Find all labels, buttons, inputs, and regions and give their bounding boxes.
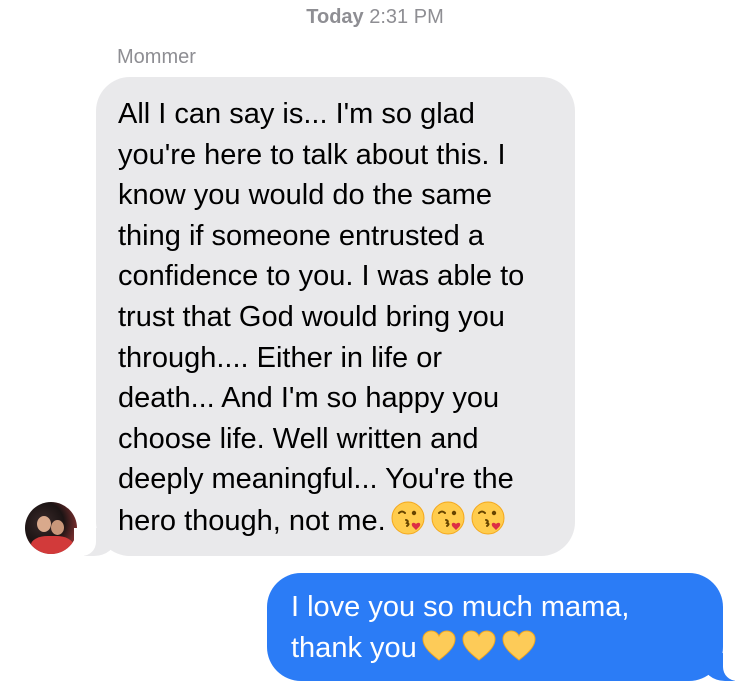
incoming-message-text: All I can say is... I'm so glad you're h… bbox=[118, 98, 525, 537]
yellow-heart-emoji-icon bbox=[501, 629, 537, 675]
timestamp-day: Today bbox=[306, 6, 364, 28]
outgoing-message-bubble[interactable]: I love you so much mama, thank you bbox=[267, 573, 745, 681]
kiss-face-emoji-icon bbox=[470, 500, 506, 548]
sender-name: Mommer bbox=[117, 46, 196, 68]
timestamp: Today 2:31 PM bbox=[0, 6, 750, 29]
kiss-face-emoji-icon bbox=[390, 500, 426, 548]
kiss-face-emoji-icon bbox=[430, 500, 466, 548]
timestamp-time: 2:31 PM bbox=[369, 6, 444, 28]
yellow-heart-emoji-icon bbox=[461, 629, 497, 675]
yellow-heart-emoji-icon bbox=[421, 629, 457, 675]
avatar[interactable] bbox=[25, 502, 77, 554]
incoming-message-bubble[interactable]: All I can say is... I'm so glad you're h… bbox=[74, 77, 575, 556]
